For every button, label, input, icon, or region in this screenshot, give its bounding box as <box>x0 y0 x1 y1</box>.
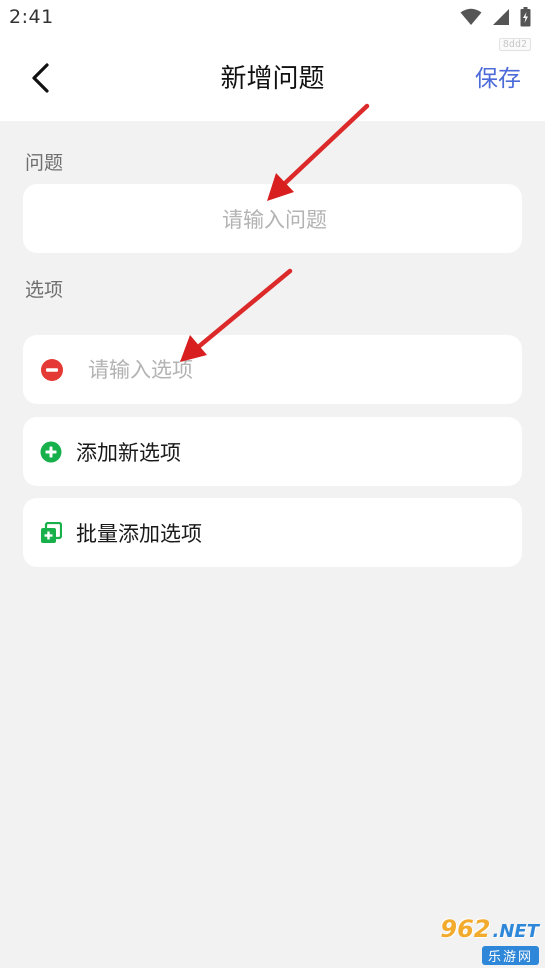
wifi-icon <box>460 8 482 26</box>
battery-icon <box>520 7 531 27</box>
add-option-label: 添加新选项 <box>76 440 181 465</box>
top-area: 2:41 8dd2 新增问题 保存 <box>0 0 545 121</box>
question-section-label: 问题 <box>25 152 64 174</box>
bulk-add-label: 批量添加选项 <box>76 521 202 546</box>
site-watermark: 962 .NET 乐游网 <box>405 917 539 965</box>
watermark-logo: 962 .NET <box>440 917 539 944</box>
debug-tag-badge: 8dd2 <box>498 38 531 51</box>
option-input[interactable] <box>64 334 522 405</box>
add-option-row[interactable]: 添加新选项 <box>23 417 522 486</box>
option-row <box>23 334 522 405</box>
bulk-add-options-button[interactable]: 批量添加选项 <box>23 498 522 567</box>
question-card <box>23 184 526 255</box>
signal-icon <box>492 8 510 26</box>
chevron-left-icon <box>29 62 51 94</box>
add-option-button[interactable]: 添加新选项 <box>23 417 522 486</box>
back-button[interactable] <box>22 60 58 96</box>
minus-circle-icon[interactable] <box>40 358 64 382</box>
options-section-label: 选项 <box>25 279 64 301</box>
save-button[interactable]: 保存 <box>475 60 521 98</box>
watermark-number: 962 <box>440 915 491 943</box>
watermark-subtitle: 乐游网 <box>481 946 539 965</box>
status-time: 2:41 <box>9 6 54 28</box>
option-card <box>23 334 522 405</box>
bulk-add-row[interactable]: 批量添加选项 <box>23 498 522 567</box>
page-title: 新增问题 <box>220 64 325 94</box>
status-icons <box>460 7 531 27</box>
watermark-suffix: .NET <box>492 921 539 942</box>
plus-circle-icon <box>40 441 62 463</box>
question-input[interactable] <box>23 184 526 255</box>
stacked-plus-icon <box>40 521 62 544</box>
